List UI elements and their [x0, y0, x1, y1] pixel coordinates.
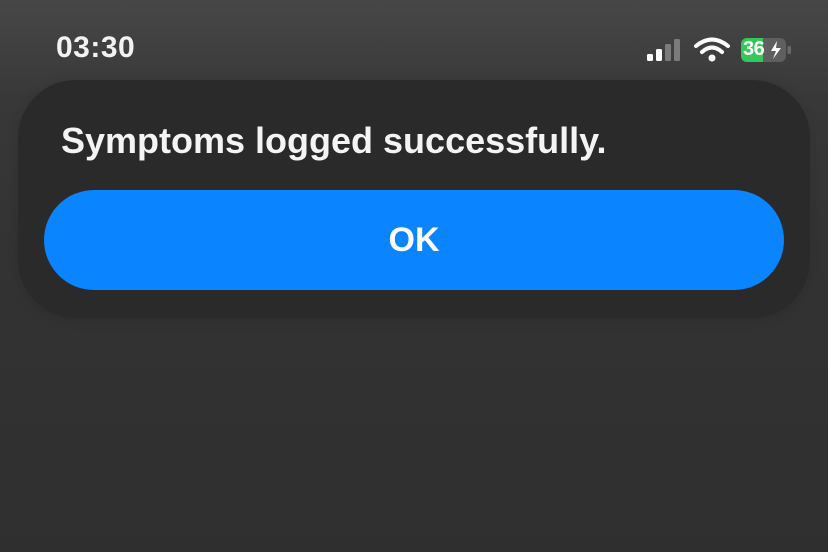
- status-bar: 03:30 36: [0, 0, 828, 90]
- status-time: 03:30: [56, 31, 136, 64]
- alert-message: Symptoms logged successfully.: [61, 120, 607, 161]
- wifi-icon: [694, 37, 730, 62]
- battery-indicator: 36: [740, 37, 792, 63]
- signal-icon: [647, 39, 680, 61]
- battery-level: 36: [743, 38, 765, 60]
- alert-dialog: Symptoms logged successfully. OK: [18, 80, 810, 318]
- ok-button[interactable]: OK: [44, 190, 784, 290]
- status-icons: 36: [646, 36, 792, 64]
